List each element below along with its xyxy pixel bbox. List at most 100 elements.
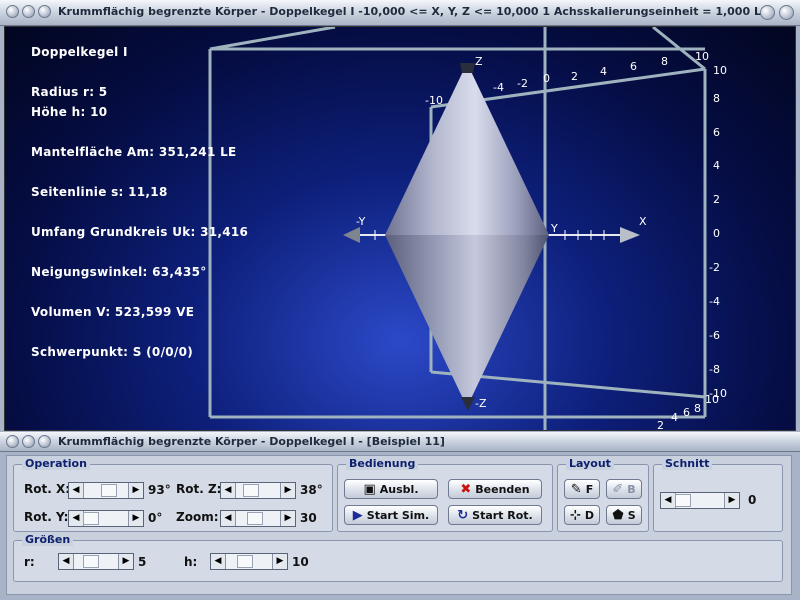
angle-text: Neigungswinkel: 63,435° bbox=[31, 265, 207, 279]
schnitt-value: 0 bbox=[748, 493, 757, 507]
right-arrow-icon[interactable]: ▶ bbox=[128, 511, 143, 526]
control-window-titlebar[interactable]: Krummflächig begrenzte Körper - Doppelke… bbox=[0, 432, 800, 452]
left-arrow-icon[interactable]: ◀ bbox=[661, 493, 676, 508]
z-axis-label: Z bbox=[475, 55, 483, 68]
top-tick-label: 6 bbox=[630, 60, 637, 73]
beenden-button[interactable]: ✖ Beenden bbox=[448, 479, 542, 499]
layout-group: Layout ✎ F ✐ B ⊹ D ⬟ S bbox=[557, 457, 649, 532]
left-arrow-icon[interactable]: ◀ bbox=[59, 554, 74, 569]
ausbl-button[interactable]: ▣ Ausbl. bbox=[344, 479, 438, 499]
z-tick-label: -8 bbox=[709, 363, 720, 376]
layout-f-label: F bbox=[585, 482, 594, 496]
layout-d-button[interactable]: ⊹ D bbox=[564, 505, 600, 525]
bottom-tick-label: 2 bbox=[657, 419, 664, 431]
rot-y-slider[interactable]: ◀ ▶ bbox=[68, 510, 144, 527]
left-arrow-icon[interactable]: ◀ bbox=[69, 483, 84, 498]
top-tick-label: -10 bbox=[425, 94, 443, 107]
brush-icon: ✐ bbox=[612, 481, 624, 497]
minimize-button[interactable] bbox=[760, 5, 775, 20]
main-window-titlebar[interactable]: Krummflächig begrenzte Körper - Doppelke… bbox=[0, 0, 800, 26]
r-value: 5 bbox=[138, 555, 147, 569]
bottom-tick-label: 6 bbox=[683, 406, 690, 419]
right-arrow-icon[interactable]: ▶ bbox=[280, 483, 295, 498]
close-button[interactable] bbox=[779, 5, 794, 20]
surface-text: Mantelfläche Am: 351,241 LE bbox=[31, 145, 237, 159]
top-tick-label: 10 bbox=[695, 50, 709, 63]
window-menu-icon[interactable] bbox=[6, 5, 19, 18]
top-tick-label: 2 bbox=[571, 70, 578, 83]
groessen-group: Größen r: ◀ ▶ 5 h: ◀ ▶ 10 bbox=[13, 533, 783, 582]
h-slider[interactable]: ◀ ▶ bbox=[210, 553, 288, 570]
right-arrow-icon[interactable]: ▶ bbox=[118, 554, 133, 569]
height-text: Höhe h: 10 bbox=[31, 105, 108, 119]
slider-thumb[interactable] bbox=[83, 512, 99, 525]
layout-f-button[interactable]: ✎ F bbox=[564, 479, 600, 499]
ausbl-label: Ausbl. bbox=[379, 482, 419, 496]
window-menu-buttons[interactable] bbox=[6, 5, 51, 18]
top-tick-label: -2 bbox=[517, 77, 528, 90]
y-axis-label: Y bbox=[550, 222, 558, 235]
rot-y-label: Rot. Y: bbox=[24, 510, 69, 524]
hide-icon: ▣ bbox=[363, 481, 376, 497]
slider-thumb[interactable] bbox=[675, 494, 691, 507]
h-label: h: bbox=[184, 555, 198, 569]
right-arrow-icon[interactable]: ▶ bbox=[724, 493, 739, 508]
slider-thumb[interactable] bbox=[101, 484, 117, 497]
left-arrow-icon[interactable]: ◀ bbox=[211, 554, 226, 569]
start-sim-button[interactable]: ▶ Start Sim. bbox=[344, 505, 438, 525]
window-shade-icon[interactable] bbox=[22, 435, 35, 448]
rot-x-label: Rot. X: bbox=[24, 482, 71, 496]
left-arrow-icon[interactable]: ◀ bbox=[221, 511, 236, 526]
slider-thumb[interactable] bbox=[243, 484, 259, 497]
window-pin-icon[interactable] bbox=[38, 435, 51, 448]
layout-b-label: B bbox=[627, 482, 636, 496]
slider-thumb[interactable] bbox=[83, 555, 99, 568]
r-label: r: bbox=[24, 555, 35, 569]
schnitt-group: Schnitt ◀ ▶ 0 bbox=[653, 457, 783, 532]
zoom-slider[interactable]: ◀ ▶ bbox=[220, 510, 296, 527]
circumference-text: Umfang Grundkreis Uk: 31,416 bbox=[31, 225, 249, 239]
layout-b-button[interactable]: ✐ B bbox=[606, 479, 642, 499]
top-tick-label: 8 bbox=[661, 55, 668, 68]
window-menu-buttons[interactable] bbox=[6, 435, 51, 448]
start-rot-label: Start Rot. bbox=[472, 508, 533, 522]
r-slider[interactable]: ◀ ▶ bbox=[58, 553, 134, 570]
start-rot-button[interactable]: ↻ Start Rot. bbox=[448, 505, 542, 525]
right-arrow-icon[interactable]: ▶ bbox=[272, 554, 287, 569]
zoom-value: 30 bbox=[300, 511, 317, 525]
slider-thumb[interactable] bbox=[237, 555, 253, 568]
close-x-icon: ✖ bbox=[460, 481, 472, 497]
z-tick-label: 10 bbox=[713, 64, 727, 77]
crosshair-icon: ⊹ bbox=[569, 507, 581, 523]
operation-title: Operation bbox=[22, 457, 90, 470]
z-tick-label: -2 bbox=[709, 261, 720, 274]
z-tick-label: 0 bbox=[713, 227, 720, 240]
top-tick-label: -4 bbox=[493, 81, 504, 94]
right-arrow-icon[interactable]: ▶ bbox=[280, 511, 295, 526]
rot-x-slider[interactable]: ◀ ▶ bbox=[68, 482, 144, 499]
main-window-title: Krummflächig begrenzte Körper - Doppelke… bbox=[58, 5, 769, 18]
z-tick-label: -6 bbox=[709, 329, 720, 342]
3d-view[interactable]: 10 8 6 4 2 0 -2 -4 -6 -8 -10 -10 -4 -2 0… bbox=[4, 26, 796, 431]
window-menu-icon[interactable] bbox=[6, 435, 19, 448]
rot-z-slider[interactable]: ◀ ▶ bbox=[220, 482, 296, 499]
left-arrow-icon[interactable]: ◀ bbox=[69, 511, 84, 526]
window-pin-icon[interactable] bbox=[38, 5, 51, 18]
right-arrow-icon[interactable]: ▶ bbox=[128, 483, 143, 498]
window-shade-icon[interactable] bbox=[22, 5, 35, 18]
bottom-tick-label: 8 bbox=[694, 402, 701, 415]
x-axis-label: X bbox=[639, 215, 647, 228]
z-tick-label: 4 bbox=[713, 159, 720, 172]
bedienung-title: Bedienung bbox=[346, 457, 419, 470]
slider-thumb[interactable] bbox=[247, 512, 263, 525]
schnitt-slider[interactable]: ◀ ▶ bbox=[660, 492, 740, 509]
volume-text: Volumen V: 523,599 VE bbox=[31, 305, 195, 319]
operation-group: Operation Rot. X: ◀ ▶ 93° Rot. Y: ◀ ▶ 0°… bbox=[13, 457, 333, 532]
double-cone bbox=[385, 63, 549, 411]
bucket-icon: ⬟ bbox=[612, 507, 624, 523]
layout-s-button[interactable]: ⬟ S bbox=[606, 505, 642, 525]
rot-y-value: 0° bbox=[148, 511, 163, 525]
z-tick-label: 6 bbox=[713, 126, 720, 139]
control-panel: Operation Rot. X: ◀ ▶ 93° Rot. Y: ◀ ▶ 0°… bbox=[6, 455, 792, 595]
left-arrow-icon[interactable]: ◀ bbox=[221, 483, 236, 498]
